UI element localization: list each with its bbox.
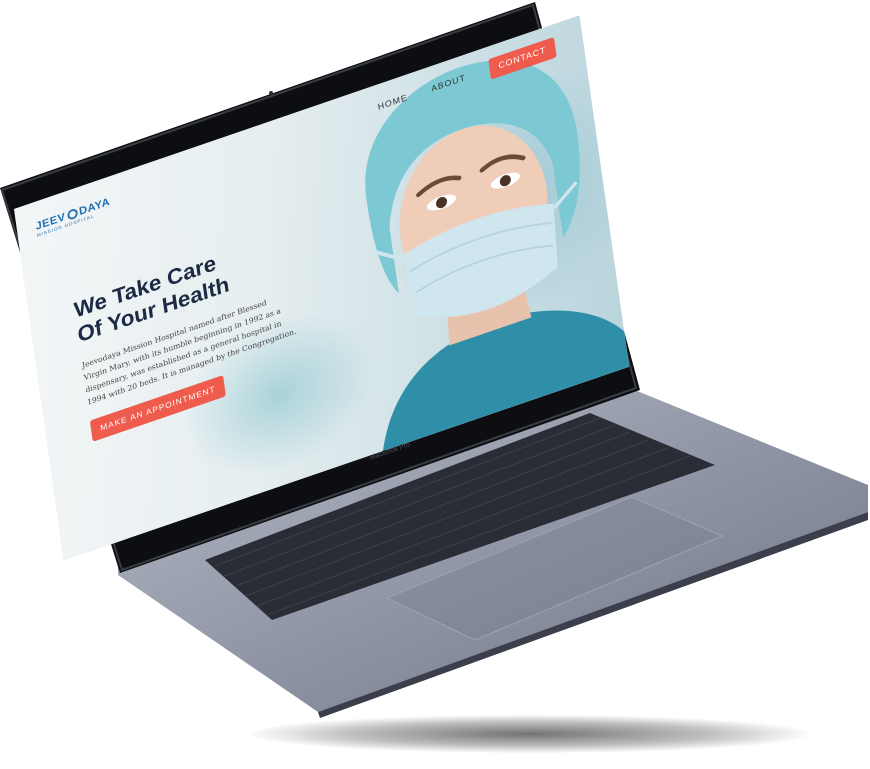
camera-dot bbox=[269, 91, 273, 95]
globe-icon bbox=[66, 207, 78, 221]
